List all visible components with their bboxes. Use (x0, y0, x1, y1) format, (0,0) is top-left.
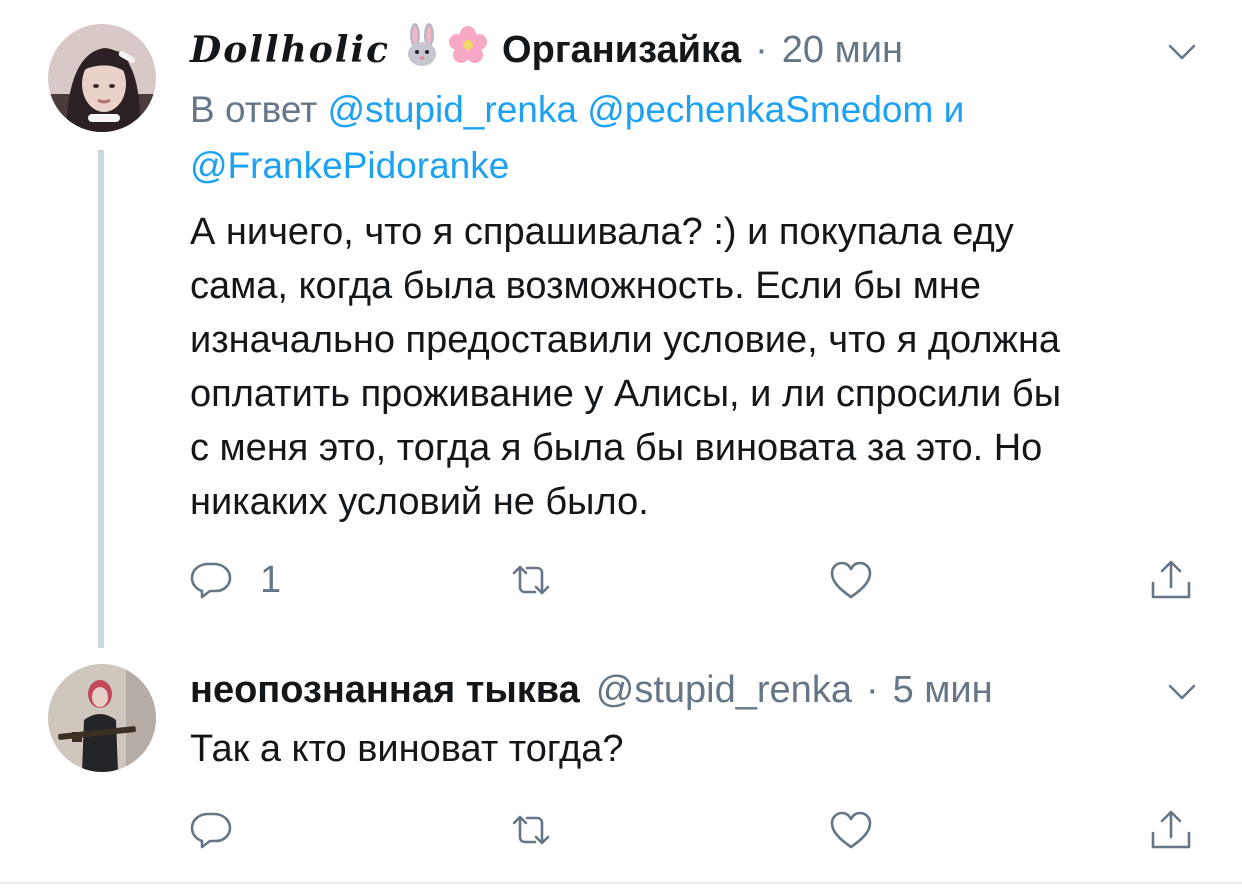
flower-emoji (448, 25, 488, 75)
tweet-text-line: оплатить проживание у Алисы, и ли спроси… (190, 373, 1062, 415)
tweet-text-line: с меня это, тогда я была бы виновата за … (190, 427, 1043, 469)
reply-count: 1 (260, 558, 282, 601)
tweet-text: Так а кто виноват тогда? (190, 728, 624, 770)
like-icon (830, 811, 872, 849)
reply-button[interactable] (188, 802, 234, 858)
share-button[interactable] (1148, 802, 1194, 858)
tweet-text-line: А ничего, что я спрашивала? :) и покупал… (190, 211, 1014, 253)
retweet-icon (512, 565, 550, 595)
separator-dot: · (755, 28, 768, 71)
like-button[interactable] (828, 552, 874, 608)
share-icon (1151, 810, 1191, 849)
thread-line (98, 150, 104, 648)
tweet-header: Dollholic Организайка · 20 мин (190, 23, 1182, 77)
avatar[interactable] (48, 664, 156, 772)
mention-joiner: и (943, 89, 965, 130)
rabbit-emoji (402, 23, 442, 77)
tweet-header: неопознанная тыква @stupid_renka · 5 мин (190, 664, 1182, 716)
display-name[interactable]: неопознанная тыква (190, 669, 580, 712)
mention-link[interactable]: @FrankePidoranke (190, 145, 509, 186)
like-icon (830, 561, 872, 599)
mention-link[interactable]: @pechenkaSmedom (587, 89, 933, 130)
reply-button[interactable]: 1 (188, 552, 281, 608)
chevron-down-icon[interactable] (1166, 36, 1198, 68)
tweet-actions (188, 802, 1208, 858)
reply-prefix: В ответ (190, 89, 318, 130)
separator-dot: · (865, 668, 879, 711)
tweet-item[interactable]: неопознанная тыква @stupid_renka · 5 мин… (0, 660, 1242, 882)
timestamp[interactable]: 20 мин (782, 29, 903, 72)
handle[interactable]: @stupid_renka (596, 669, 852, 712)
display-name[interactable]: Dollholic (190, 29, 390, 71)
reply-icon (190, 562, 232, 599)
chevron-down-icon[interactable] (1166, 676, 1198, 708)
retweet-button[interactable] (508, 802, 554, 858)
tweet-text-line: никаких условий не было. (190, 481, 649, 523)
tweet-text: А ничего, что я спрашивала? :) и покупал… (190, 205, 1202, 529)
share-icon (1151, 560, 1191, 599)
badge-text: Организайка (502, 28, 742, 71)
like-button[interactable] (828, 802, 874, 858)
reply-context: В ответ @stupid_renka @pechenkaSmedom и … (190, 82, 1202, 194)
mention-link[interactable]: @stupid_renka (328, 89, 577, 130)
tweet-text-line: изначально предоставили условие, что я д… (190, 319, 1061, 361)
retweet-icon (512, 815, 550, 845)
divider (0, 882, 1242, 884)
reply-icon (190, 812, 232, 849)
share-button[interactable] (1148, 552, 1194, 608)
tweet-text-line: сама, когда была возможность. Если бы мн… (190, 265, 981, 307)
tweet-actions: 1 (188, 552, 1208, 608)
tweet-item[interactable]: Dollholic Организайка · 20 мин В ответ @… (0, 0, 1242, 660)
retweet-button[interactable] (508, 552, 554, 608)
avatar[interactable] (48, 24, 156, 132)
timestamp[interactable]: 5 мин (893, 669, 993, 712)
